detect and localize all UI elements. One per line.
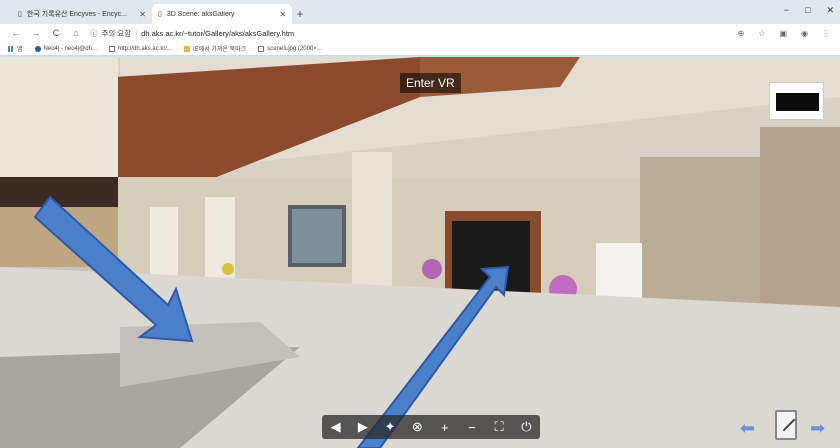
bookmark-scene1[interactable]: scene1.jpg (2000×... [258, 45, 322, 52]
zoom-out-button[interactable]: − [462, 420, 482, 435]
forward-icon[interactable]: → [30, 28, 42, 38]
bookmark-apps[interactable]: 앱 [8, 44, 23, 53]
fullscreen-button[interactable]: ⛶ [489, 419, 509, 435]
toolbar-actions: ⊕ ☆ ▣ ◉ ⋮ [738, 29, 830, 38]
close-tab-icon[interactable]: ✕ [279, 10, 286, 19]
tab-3d-scene[interactable]: ▯ 3D Scene: aksGallery ✕ [152, 4, 292, 24]
page-icon: ▯ [158, 11, 162, 18]
bookmark-label: scene1.jpg (2000×... [267, 45, 322, 52]
toggle-hotspots-button[interactable]: ⊗ [407, 419, 427, 435]
profile-icon[interactable]: ◉ [801, 29, 808, 38]
screen: ▯ 한국 기록유산 Encyves - Encyc... ✕ ▯ 3D Scen… [0, 0, 840, 448]
browser-toolbar: ← → C ⌂ ⓘ 주의 요함 | dh.aks.ac.kr/~tutor/Ga… [0, 24, 840, 42]
panorama-viewer[interactable] [0, 57, 840, 448]
tab-encyves[interactable]: ▯ 한국 기록유산 Encyves - Encyc... ✕ [12, 4, 152, 24]
close-tab-icon[interactable]: ✕ [139, 10, 146, 19]
close-window-button[interactable]: ✕ [826, 5, 834, 16]
minimap-thumbnail[interactable] [769, 82, 824, 120]
pan-right-button[interactable]: ▶ [353, 419, 373, 435]
tab-title: 한국 기록유산 Encyves - Encyc... [26, 11, 127, 18]
zoom-icon[interactable]: ⊕ [738, 29, 745, 38]
pan-left-button[interactable]: ◀ [326, 419, 346, 435]
info-icon[interactable]: ⓘ [90, 28, 98, 39]
page-icon [258, 45, 265, 52]
bookmark-star-icon[interactable]: ☆ [758, 29, 765, 38]
back-icon[interactable]: ← [10, 28, 22, 38]
address-bar[interactable]: ⓘ 주의 요함 | dh.aks.ac.kr/~tutor/Gallery/ak… [90, 28, 730, 39]
folder-icon [184, 45, 191, 52]
security-status: 주의 요함 [101, 28, 132, 38]
reload-icon[interactable]: C [50, 28, 62, 38]
bookmark-label: IE에서 가져온 북마크 [193, 47, 247, 53]
tab-title: 3D Scene: aksGallery [166, 10, 235, 18]
gallery-panorama[interactable] [0, 57, 840, 448]
enter-vr-button[interactable]: Enter VR [400, 73, 461, 93]
url-text[interactable]: dh.aks.ac.kr/~tutor/Gallery/aks/aksGalle… [141, 29, 294, 38]
menu-icon[interactable]: ⋮ [822, 29, 830, 38]
minimize-button[interactable]: − [784, 5, 789, 16]
new-tab-button[interactable]: + [292, 4, 308, 24]
tab-strip: ▯ 한국 기록유산 Encyves - Encyc... ✕ ▯ 3D Scen… [0, 0, 840, 24]
neo4j-icon [34, 45, 41, 52]
extension-icon[interactable]: ▣ [779, 29, 787, 38]
power-button[interactable]: ⏻ [516, 419, 536, 435]
previous-arrow-icon[interactable]: ⬅ [740, 418, 755, 439]
bookmark-label: http://dh.aks.ac.kr/... [118, 45, 173, 52]
maximize-button[interactable]: □ [805, 5, 810, 16]
notes-icon[interactable] [775, 410, 797, 440]
zoom-in-button[interactable]: + [435, 420, 455, 435]
bookmarks-bar: 앱 Neo4j - neo4j@dh... http://dh.aks.ac.k… [0, 42, 840, 56]
window-controls: − □ ✕ [784, 5, 834, 16]
bookmark-neo4j[interactable]: Neo4j - neo4j@dh... [34, 45, 97, 52]
next-arrow-icon[interactable]: ➡ [810, 418, 825, 439]
bookmark-label: 앱 [17, 47, 23, 53]
page-icon: ▯ [18, 11, 22, 18]
bookmark-label: Neo4j - neo4j@dh... [43, 45, 97, 52]
page-icon [109, 45, 115, 52]
bookmark-ie-folder[interactable]: IE에서 가져온 북마크 [184, 44, 246, 53]
bookmark-dh-aks[interactable]: http://dh.aks.ac.kr/... [109, 45, 173, 52]
viewer-controls: ◀ ▶ ✦ ⊗ + − ⛶ ⏻ [322, 415, 540, 439]
pan-up-button[interactable]: ✦ [380, 419, 400, 435]
apps-icon [8, 45, 14, 52]
minimap-view [776, 93, 819, 111]
home-icon[interactable]: ⌂ [70, 28, 82, 38]
